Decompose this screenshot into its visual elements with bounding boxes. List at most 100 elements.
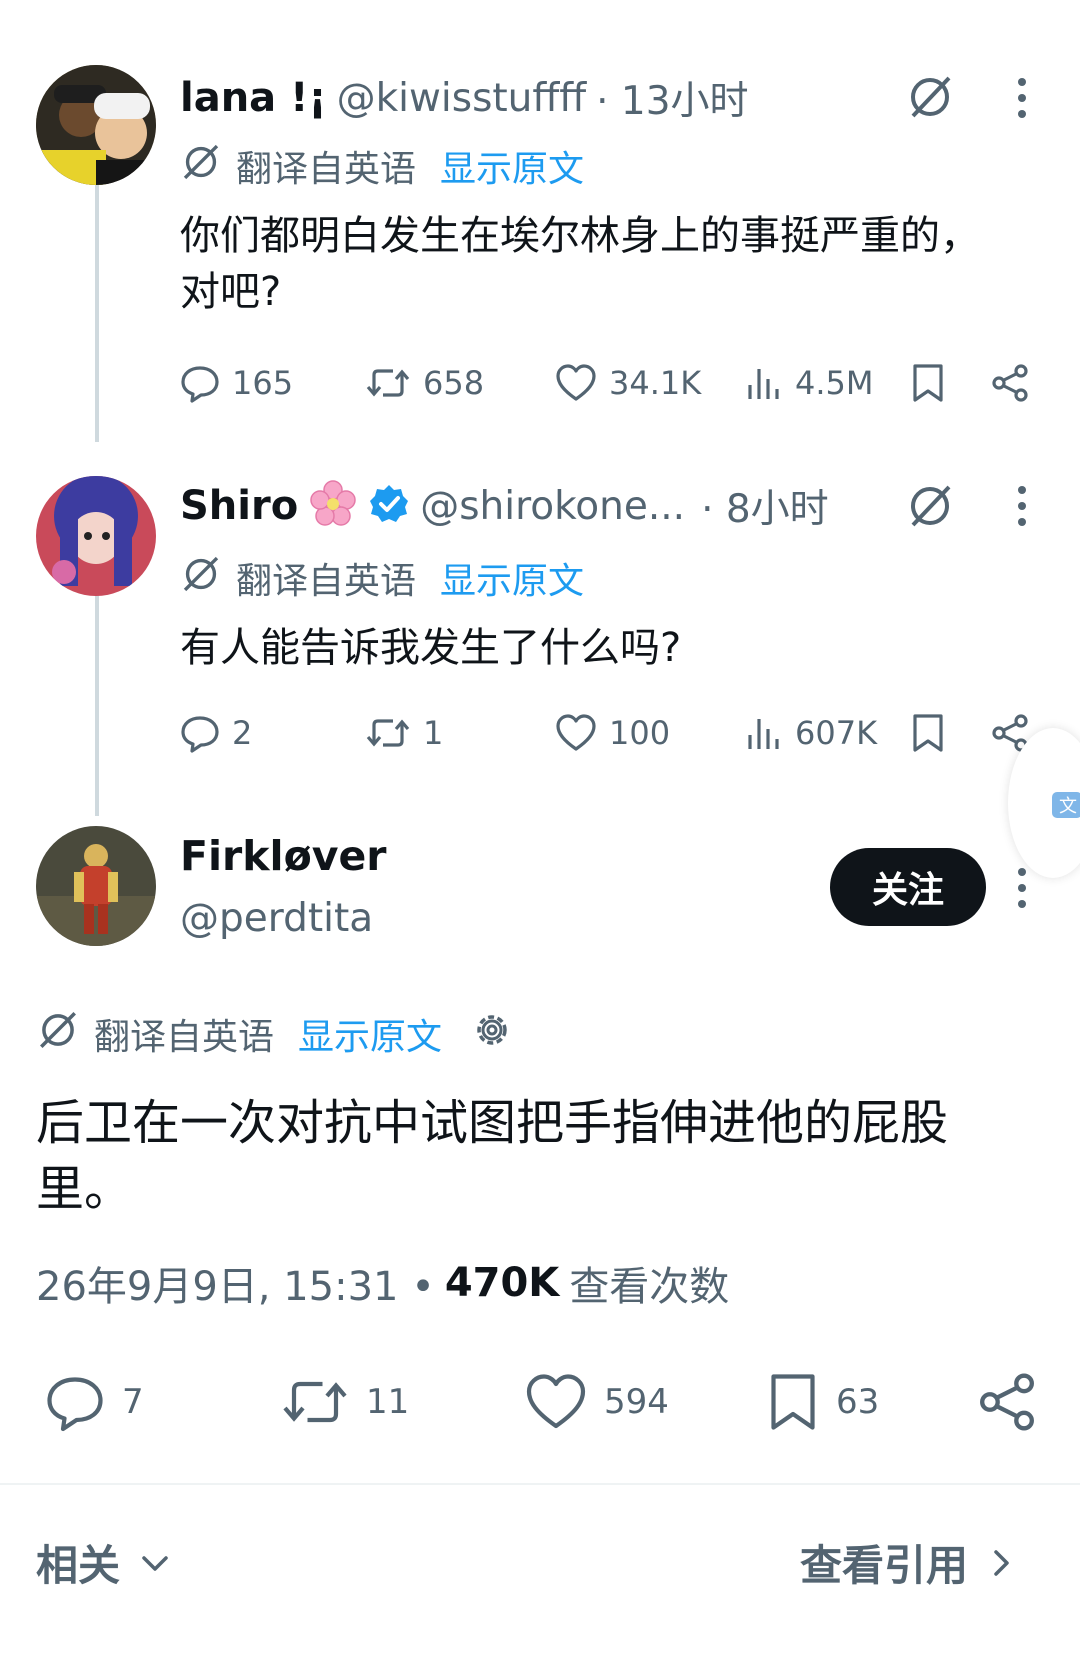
retweet-button[interactable]: 11 [280, 1372, 524, 1432]
share-button[interactable] [976, 1371, 1038, 1433]
bookmark-button[interactable] [910, 363, 990, 403]
author-handle[interactable]: @shirokone... [420, 484, 685, 529]
divider [0, 1483, 1080, 1485]
views-count: 607K [795, 714, 878, 752]
views-icon [748, 369, 779, 399]
translated-from-label: 翻译自英语 [236, 149, 417, 190]
like-button[interactable]: 34.1K [555, 363, 745, 403]
reply-button[interactable]: 165 [180, 363, 365, 403]
post-text: 有人能告诉我发生了什么吗? [180, 625, 682, 671]
bookmark-button[interactable] [910, 713, 990, 753]
heart-icon [556, 364, 596, 401]
retweet-button[interactable]: 1 [365, 713, 555, 753]
reply-button[interactable]: 2 [180, 713, 365, 753]
translation-row: 翻译自英语 显示原文 [180, 552, 584, 604]
more-options-icon[interactable] [1012, 484, 1032, 532]
reply-count: 2 [232, 714, 253, 752]
views-button[interactable]: 607K [745, 713, 910, 753]
avatar[interactable] [36, 476, 156, 596]
avatar-image [36, 476, 156, 596]
bookmark-button[interactable]: 63 [766, 1372, 976, 1432]
follow-button[interactable]: 关注 [830, 848, 986, 926]
translated-from-label: 翻译自英语 [94, 1017, 275, 1058]
share-button[interactable] [990, 363, 1030, 403]
post-header: lana !¡ @kiwisstuffff · 13小时 [180, 68, 749, 128]
gear-icon[interactable] [470, 1008, 514, 1061]
grok-icon [36, 1008, 80, 1061]
translate-icon: 文 [1052, 792, 1080, 818]
retweet-icon [366, 369, 410, 397]
flower-emoji [308, 479, 358, 533]
reply-button[interactable]: 7 [44, 1372, 280, 1432]
share-icon [992, 364, 1028, 402]
post-time[interactable]: · 8小时 [701, 478, 829, 534]
main-post-actions: 7 11 594 63 [44, 1370, 1044, 1434]
reply-count: 7 [122, 1382, 144, 1422]
grok-icon[interactable] [905, 72, 955, 126]
post-actions: 2 1 100 607K [180, 708, 1060, 758]
post-timestamp[interactable]: 26年9月9日, 15:31 • [36, 1254, 435, 1312]
reply-count: 165 [232, 364, 294, 402]
bookmark-icon [771, 1374, 815, 1430]
view-quotes-label: 查看引用 [800, 1541, 969, 1590]
main-post-text: 后卫在一次对抗中试图把手指伸进他的屁股里。 [36, 1095, 949, 1217]
translated-from-label: 翻译自英语 [236, 561, 417, 602]
thread-line [95, 566, 99, 816]
post-meta: 26年9月9日, 15:31 • 470K 查看次数 [36, 1254, 729, 1312]
like-button[interactable]: 100 [555, 713, 745, 753]
like-count: 594 [604, 1382, 669, 1422]
translation-row: 翻译自英语 显示原文 [180, 140, 584, 192]
show-original-link[interactable]: 显示原文 [298, 1008, 442, 1060]
share-icon [980, 1373, 1034, 1431]
avatar[interactable] [36, 826, 156, 946]
show-original-link[interactable]: 显示原文 [440, 552, 584, 604]
retweet-count: 658 [423, 364, 485, 402]
verified-badge-icon [368, 483, 410, 529]
more-options-icon[interactable] [1012, 866, 1032, 914]
post-time[interactable]: · 13小时 [596, 70, 748, 126]
chevron-down-icon [142, 1555, 168, 1571]
like-count: 100 [609, 714, 671, 752]
avatar-image [36, 65, 156, 185]
author-name[interactable]: Shiro [180, 483, 298, 529]
retweet-icon [283, 1381, 347, 1423]
post-text: 你们都明白发生在埃尔林身上的事挺严重的，对吧? [180, 213, 980, 315]
main-author-name[interactable]: Firkløver [180, 832, 387, 880]
views-count: 470K [444, 1260, 560, 1306]
views-label: 查看次数 [569, 1264, 730, 1310]
translation-row: 翻译自英语 显示原文 [36, 1006, 514, 1062]
author-handle[interactable]: @kiwisstuffff [337, 76, 587, 121]
retweet-button[interactable]: 658 [365, 363, 555, 403]
reply-icon [47, 1377, 103, 1432]
related-toggle[interactable]: 相关 [36, 1532, 172, 1593]
author-name[interactable]: lana !¡ [180, 75, 327, 121]
grok-icon[interactable] [905, 481, 955, 535]
view-quotes-link[interactable]: 查看引用 [800, 1532, 1016, 1593]
like-button[interactable]: 594 [524, 1372, 766, 1432]
svg-text:文: 文 [1059, 796, 1077, 817]
related-label: 相关 [36, 1541, 121, 1590]
reply-icon [181, 366, 219, 403]
chevron-right-icon [994, 1549, 1009, 1576]
bookmark-icon [913, 364, 943, 402]
grok-icon [180, 553, 222, 604]
views-count: 4.5M [795, 364, 874, 402]
main-author-handle[interactable]: @perdtita [180, 896, 373, 941]
show-original-link[interactable]: 显示原文 [440, 140, 584, 192]
grok-icon [180, 141, 222, 192]
post-header: Shiro @shirokone... · 8小时 [180, 476, 829, 536]
avatar-image [36, 826, 156, 946]
views-icon [748, 719, 779, 749]
bookmark-icon [913, 714, 943, 752]
bookmark-count: 63 [836, 1382, 880, 1422]
avatar[interactable] [36, 65, 156, 185]
like-count: 34.1K [609, 364, 702, 402]
heart-icon [556, 714, 596, 751]
retweet-count: 11 [366, 1382, 410, 1422]
heart-icon [526, 1374, 586, 1429]
views-button[interactable]: 4.5M [745, 363, 910, 403]
reply-icon [181, 716, 219, 753]
retweet-count: 1 [423, 714, 444, 752]
thread-line [95, 180, 99, 442]
more-options-icon[interactable] [1012, 76, 1032, 124]
